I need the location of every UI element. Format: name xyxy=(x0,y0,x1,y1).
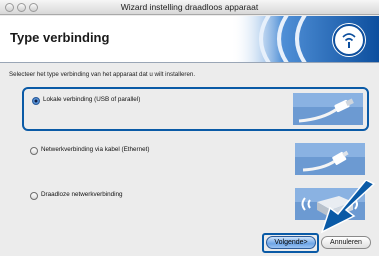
wireless-banner-icon xyxy=(231,16,379,62)
window-title: Wizard instelling draadloos apparaat xyxy=(120,2,259,12)
radio-wireless-network[interactable] xyxy=(30,192,38,200)
radio-local-connection[interactable] xyxy=(32,97,40,105)
option-label: Lokale verbinding (USB of parallel) xyxy=(43,96,141,103)
option-wired-network[interactable]: Netwerkverbinding via kabel (Ethernet) xyxy=(22,139,369,183)
page-title: Type verbinding xyxy=(10,30,110,45)
option-label: Draadloze netwerkverbinding xyxy=(41,191,123,198)
ethernet-cable-icon xyxy=(295,143,365,175)
radio-wired-network[interactable] xyxy=(30,147,38,155)
arrow-pointer-icon xyxy=(320,180,376,234)
usb-cable-icon xyxy=(293,93,363,125)
wizard-window: Wizard instelling draadloos apparaat Typ… xyxy=(0,0,379,256)
wizard-header: Type verbinding xyxy=(0,16,379,63)
instruction-text: Selecteer het type verbinding van het ap… xyxy=(9,71,196,78)
title-bar: Wizard instelling draadloos apparaat xyxy=(0,0,379,15)
option-local-connection[interactable]: Lokale verbinding (USB of parallel) xyxy=(22,87,369,131)
option-label: Netwerkverbinding via kabel (Ethernet) xyxy=(41,146,150,153)
